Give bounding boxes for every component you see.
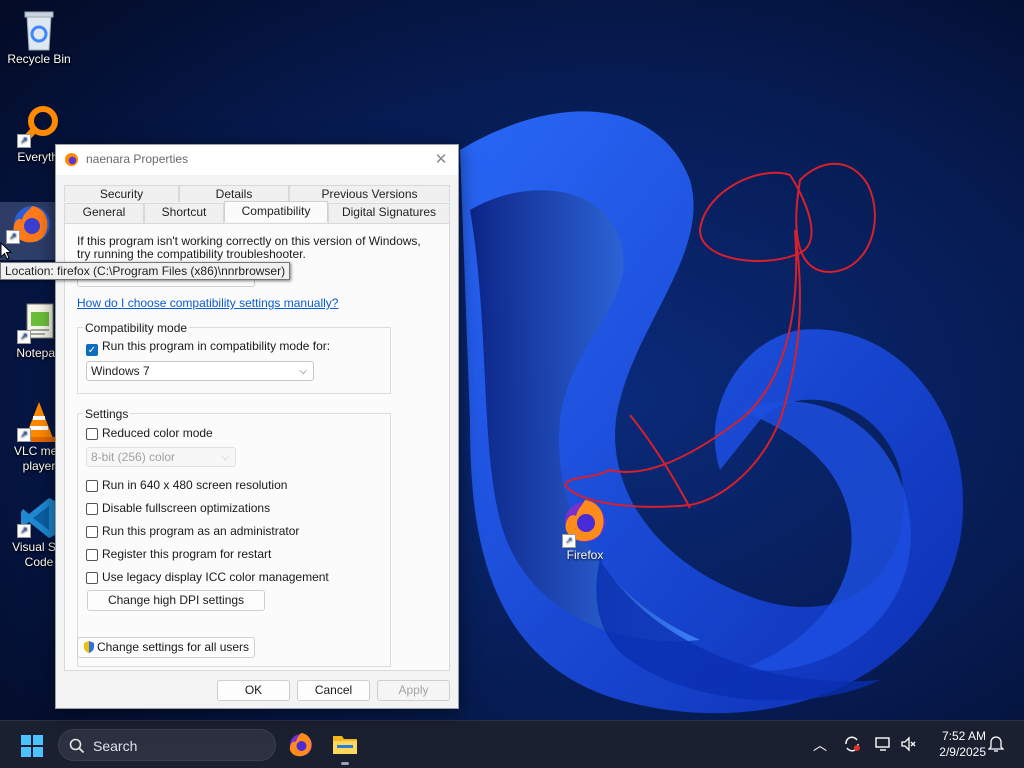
compatibility-mode-checkbox-row[interactable]: ✓ Run this program in compatibility mode … <box>86 339 331 356</box>
tab-label: General <box>82 205 126 219</box>
network-monitor-icon[interactable] <box>874 735 892 756</box>
firefox-browser-icon: ↗ <box>6 202 50 244</box>
tab-digital-signatures[interactable]: Digital Signatures <box>328 203 450 224</box>
tab-label: Digital Signatures <box>341 205 437 219</box>
shortcut-arrow-icon: ↗ <box>562 534 576 548</box>
checkbox-label: Use legacy display ICC color management <box>102 570 329 584</box>
notepad-icon: ↗ <box>17 302 59 344</box>
checkbox-label: Run this program as an administrator <box>102 524 300 538</box>
checkbox-unchecked[interactable] <box>86 549 98 561</box>
settings-label: Settings <box>83 407 131 421</box>
run-as-admin-checkbox-row[interactable]: Run this program as an administrator <box>86 524 299 540</box>
resolution-640-checkbox-row[interactable]: Run in 640 x 480 screen resolution <box>86 478 287 494</box>
shortcut-arrow-icon: ↗ <box>17 428 31 442</box>
tab-compatibility[interactable]: Compatibility <box>224 201 328 222</box>
sync-update-icon[interactable] <box>843 735 861 756</box>
disable-fullscreen-checkbox-row[interactable]: Disable fullscreen optimizations <box>86 501 270 517</box>
checkbox-unchecked[interactable] <box>86 526 98 538</box>
close-icon[interactable]: ✕ <box>430 149 452 171</box>
checkbox-unchecked[interactable] <box>86 503 98 515</box>
chevron-down-icon: ⌵ <box>299 366 307 377</box>
properties-dialog: naenara Properties ✕ Security Details Pr… <box>55 144 459 709</box>
checkbox-unchecked[interactable] <box>86 572 98 584</box>
firefox-icon <box>289 733 312 757</box>
taskbar-firefox-button[interactable] <box>288 732 314 758</box>
select-value: Windows 7 <box>91 364 150 378</box>
taskbar: Search ︿ 7:52 AM 2/9/2025 <box>0 720 1024 768</box>
dialog-title: naenara Properties <box>86 152 189 166</box>
taskbar-file-explorer-button[interactable] <box>331 732 359 765</box>
compatibility-mode-label: Compatibility mode <box>83 321 190 335</box>
tab-shortcut[interactable]: Shortcut <box>144 203 224 224</box>
tab-label: Compatibility <box>241 204 311 218</box>
location-tooltip: Location: firefox (C:\Program Files (x86… <box>0 262 291 280</box>
clock-time: 7:52 AM <box>941 729 986 743</box>
tab-label: Previous Versions <box>321 187 418 201</box>
checkbox-label: Run in 640 x 480 screen resolution <box>102 478 288 492</box>
tab-general[interactable]: General <box>64 203 144 224</box>
volume-muted-icon[interactable] <box>900 735 918 756</box>
desktop-icon-recycle-bin[interactable]: Recycle Bin <box>0 8 78 67</box>
vscode-icon: ↗ <box>17 496 59 538</box>
reduced-color-checkbox-row[interactable]: Reduced color mode <box>86 426 213 442</box>
show-hidden-icons-chevron-icon[interactable]: ︿ <box>813 735 827 755</box>
select-value: 8-bit (256) color <box>91 450 176 464</box>
shortcut-arrow-icon: ↗ <box>17 330 31 344</box>
shortcut-arrow-icon: ↗ <box>17 524 31 538</box>
desktop-icon-label: Firefox <box>566 548 604 562</box>
chevron-down-icon: ⌵ <box>221 452 229 463</box>
search-icon <box>69 738 85 754</box>
compatibility-tab-panel: If this program isn't working correctly … <box>64 223 450 671</box>
checkbox-checked[interactable]: ✓ <box>86 344 98 356</box>
tab-label: Security <box>99 187 144 201</box>
search-placeholder: Search <box>93 738 138 754</box>
intro-text-line-2: try running the compatibility troublesho… <box>77 247 306 261</box>
color-depth-select: 8-bit (256) color ⌵ <box>86 447 236 467</box>
mouse-pointer-icon <box>0 242 12 260</box>
folder-icon <box>333 736 357 754</box>
change-settings-all-users-button[interactable]: Change settings for all users <box>77 637 255 658</box>
button-label: Change settings for all users <box>96 640 250 654</box>
change-high-dpi-button[interactable]: Change high DPI settings <box>87 590 265 611</box>
compatibility-help-link[interactable]: How do I choose compatibility settings m… <box>77 296 338 310</box>
recycle-bin-icon <box>19 8 59 51</box>
checkbox-label: Register this program for restart <box>102 547 272 561</box>
ok-button[interactable]: OK <box>217 680 290 701</box>
tab-previous-versions[interactable]: Previous Versions <box>289 185 450 202</box>
everything-search-icon: ↗ <box>17 106 59 148</box>
desktop-icon-label: Recycle Bin <box>7 52 71 66</box>
tab-label: Shortcut <box>161 205 207 219</box>
tab-label: Details <box>215 187 253 201</box>
start-button[interactable] <box>20 734 44 758</box>
taskbar-search-box[interactable]: Search <box>58 729 276 761</box>
app-icon <box>64 152 79 167</box>
notification-bell-icon[interactable] <box>987 735 1005 756</box>
tab-security[interactable]: Security <box>64 185 179 202</box>
apply-button: Apply <box>377 680 450 701</box>
compatibility-os-select[interactable]: Windows 7 ⌵ <box>86 361 314 381</box>
clock[interactable]: 7:52 AM 2/9/2025 <box>928 728 986 760</box>
cancel-button[interactable]: Cancel <box>297 680 370 701</box>
checkbox-label: Reduced color mode <box>102 426 213 440</box>
shortcut-arrow-icon: ↗ <box>17 134 31 148</box>
shield-icon <box>83 640 95 653</box>
checkbox-label: Run this program in compatibility mode f… <box>102 339 331 353</box>
clock-date: 2/9/2025 <box>939 745 986 759</box>
dialog-titlebar[interactable]: naenara Properties ✕ <box>56 145 458 175</box>
checkbox-unchecked[interactable] <box>86 428 98 440</box>
windows-logo-icon <box>21 735 43 757</box>
tab-details[interactable]: Details <box>179 185 289 202</box>
firefox-icon: ↗ <box>562 498 608 548</box>
vlc-cone-icon: ↗ <box>17 400 59 442</box>
checkbox-unchecked[interactable] <box>86 480 98 492</box>
desktop-icon-firefox[interactable]: ↗ Firefox <box>553 498 617 562</box>
checkbox-label: Disable fullscreen optimizations <box>102 501 271 515</box>
register-restart-checkbox-row[interactable]: Register this program for restart <box>86 547 271 563</box>
legacy-icc-checkbox-row[interactable]: Use legacy display ICC color management <box>86 570 329 586</box>
active-indicator <box>341 762 349 765</box>
